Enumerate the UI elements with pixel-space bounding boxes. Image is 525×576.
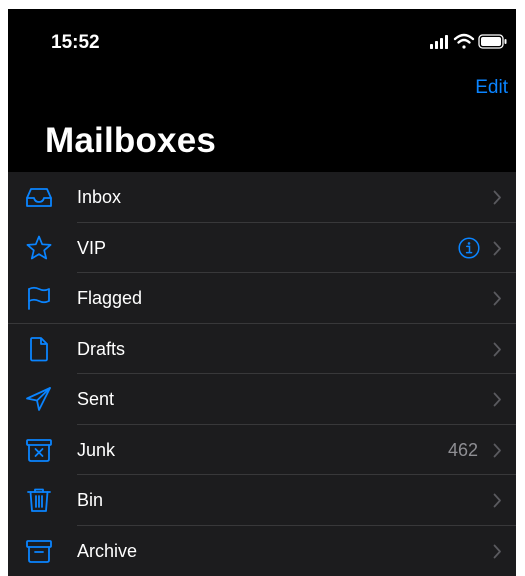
chevron-right-icon bbox=[493, 443, 501, 457]
chevron-right-icon bbox=[493, 493, 501, 508]
mailbox-row-archive[interactable]: Archive bbox=[8, 526, 516, 576]
mailbox-list: Inbox VIP Flagged Drafts Sent Junk 462 B… bbox=[8, 172, 516, 576]
mailbox-label: Inbox bbox=[77, 187, 122, 207]
paper-plane-icon bbox=[24, 385, 54, 413]
star-icon bbox=[24, 234, 54, 262]
mailbox-row-flagged[interactable]: Flagged bbox=[8, 273, 516, 324]
document-icon bbox=[24, 335, 54, 363]
chevron-right-icon bbox=[493, 291, 501, 306]
mailbox-label: Archive bbox=[77, 540, 138, 561]
trash-icon bbox=[24, 486, 54, 514]
mailbox-row-sent[interactable]: Sent bbox=[8, 374, 516, 425]
unread-count: 462 bbox=[447, 439, 478, 460]
mailbox-row-junk[interactable]: Junk 462 bbox=[8, 425, 516, 475]
mailbox-label: VIP bbox=[77, 237, 107, 258]
inbox-tray-icon bbox=[24, 183, 54, 211]
mailbox-label: Bin bbox=[77, 490, 104, 510]
mailbox-row-bin[interactable]: Bin bbox=[8, 475, 516, 526]
mailbox-row-vip[interactable]: VIP bbox=[8, 223, 516, 273]
mailbox-row-inbox[interactable]: Inbox bbox=[8, 172, 516, 223]
flag-icon bbox=[24, 284, 54, 312]
signal-icon bbox=[430, 35, 448, 49]
chevron-right-icon bbox=[493, 544, 501, 558]
header-area: 15:52 Edit Mailboxes bbox=[8, 9, 516, 172]
battery-icon bbox=[478, 34, 507, 49]
chevron-right-icon bbox=[493, 190, 501, 205]
mailbox-label: Drafts bbox=[77, 338, 126, 359]
page-title: Mailboxes bbox=[45, 121, 217, 160]
mailbox-label: Sent bbox=[77, 389, 115, 409]
status-icons bbox=[420, 29, 510, 53]
mailbox-label: Junk bbox=[77, 439, 116, 460]
junk-bin-icon bbox=[24, 436, 54, 464]
status-time: 15:52 bbox=[51, 32, 100, 53]
info-icon[interactable] bbox=[458, 236, 480, 259]
chevron-right-icon bbox=[493, 241, 501, 255]
phone-screen: 15:52 Edit Mailboxes Inbox VIP Flagged D… bbox=[8, 9, 516, 576]
mailbox-label: Flagged bbox=[77, 288, 143, 308]
archive-box-icon bbox=[24, 537, 54, 565]
chevron-right-icon bbox=[493, 342, 501, 356]
mailbox-row-drafts[interactable]: Drafts bbox=[8, 324, 516, 374]
chevron-right-icon bbox=[493, 392, 501, 407]
wifi-icon bbox=[453, 33, 475, 49]
edit-button[interactable]: Edit bbox=[475, 75, 508, 101]
